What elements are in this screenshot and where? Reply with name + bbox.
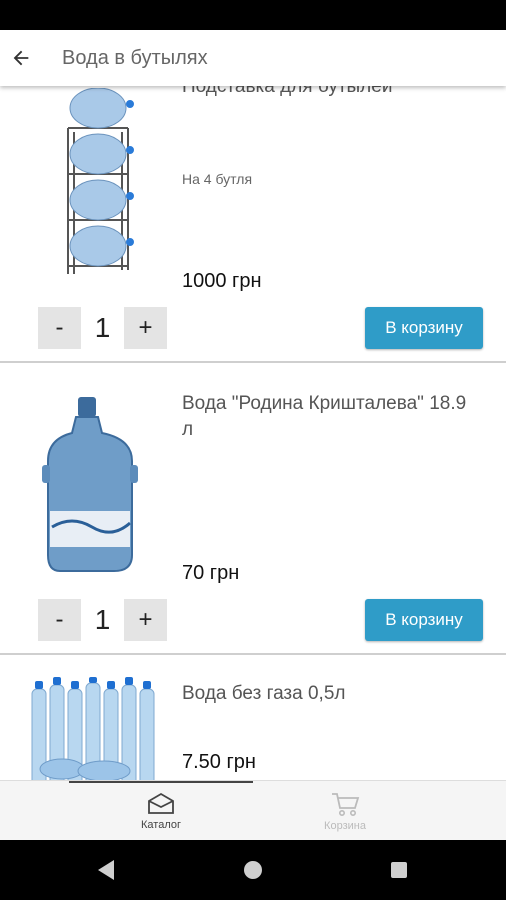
bottom-navigation: Каталог Корзина — [0, 780, 506, 840]
tab-catalog-label: Каталог — [141, 818, 181, 831]
tab-cart[interactable]: Корзина — [253, 781, 437, 841]
app-bar: Вода в бутылях — [0, 30, 506, 86]
product-price: 70 грн — [182, 562, 240, 584]
small-bottles-image — [31, 677, 155, 780]
arrow-left-icon — [13, 50, 29, 66]
quantity-decrease-button[interactable]: - — [38, 599, 81, 641]
catalog-icon — [148, 792, 174, 814]
product-name: Вода без газа 0,5л — [182, 683, 346, 704]
bottle-stand-image — [67, 88, 134, 274]
quantity-value[interactable]: 1 — [81, 307, 124, 349]
add-to-cart-button[interactable]: В корзину — [365, 599, 483, 641]
system-navigation-bar — [0, 840, 506, 900]
quantity-decrease-button[interactable]: - — [38, 307, 81, 349]
system-recents-icon[interactable] — [391, 862, 407, 878]
cart-icon — [332, 792, 360, 816]
status-bar — [0, 0, 506, 30]
product-price: 7.50 грн — [182, 751, 256, 773]
product-card-water-bottle: Вода "Родина Кришталева" 18.9 л 70 грн -… — [0, 363, 506, 655]
system-home-icon[interactable] — [244, 861, 262, 879]
product-description: На 4 бутля — [182, 171, 253, 187]
water-bottle-image — [42, 397, 138, 572]
system-back-icon[interactable] — [96, 859, 116, 881]
add-to-cart-button[interactable]: В корзину — [365, 307, 483, 349]
product-card-small-bottles: Вода без газа 0,5л 7.50 грн — [0, 655, 506, 780]
product-name: Вода "Родина Кришталева" 18.9 л — [182, 393, 467, 440]
quantity-increase-button[interactable]: + — [124, 307, 167, 349]
product-list[interactable]: Подставка для бутылей На 4 бутля 1000 гр… — [0, 30, 506, 780]
tab-catalog[interactable]: Каталог — [69, 781, 253, 841]
page-title: Вода в бутылях — [62, 46, 208, 69]
quantity-value[interactable]: 1 — [81, 599, 124, 641]
quantity-increase-button[interactable]: + — [124, 599, 167, 641]
product-price: 1000 грн — [182, 270, 262, 292]
back-button[interactable] — [0, 30, 42, 86]
tab-cart-label: Корзина — [324, 819, 366, 832]
